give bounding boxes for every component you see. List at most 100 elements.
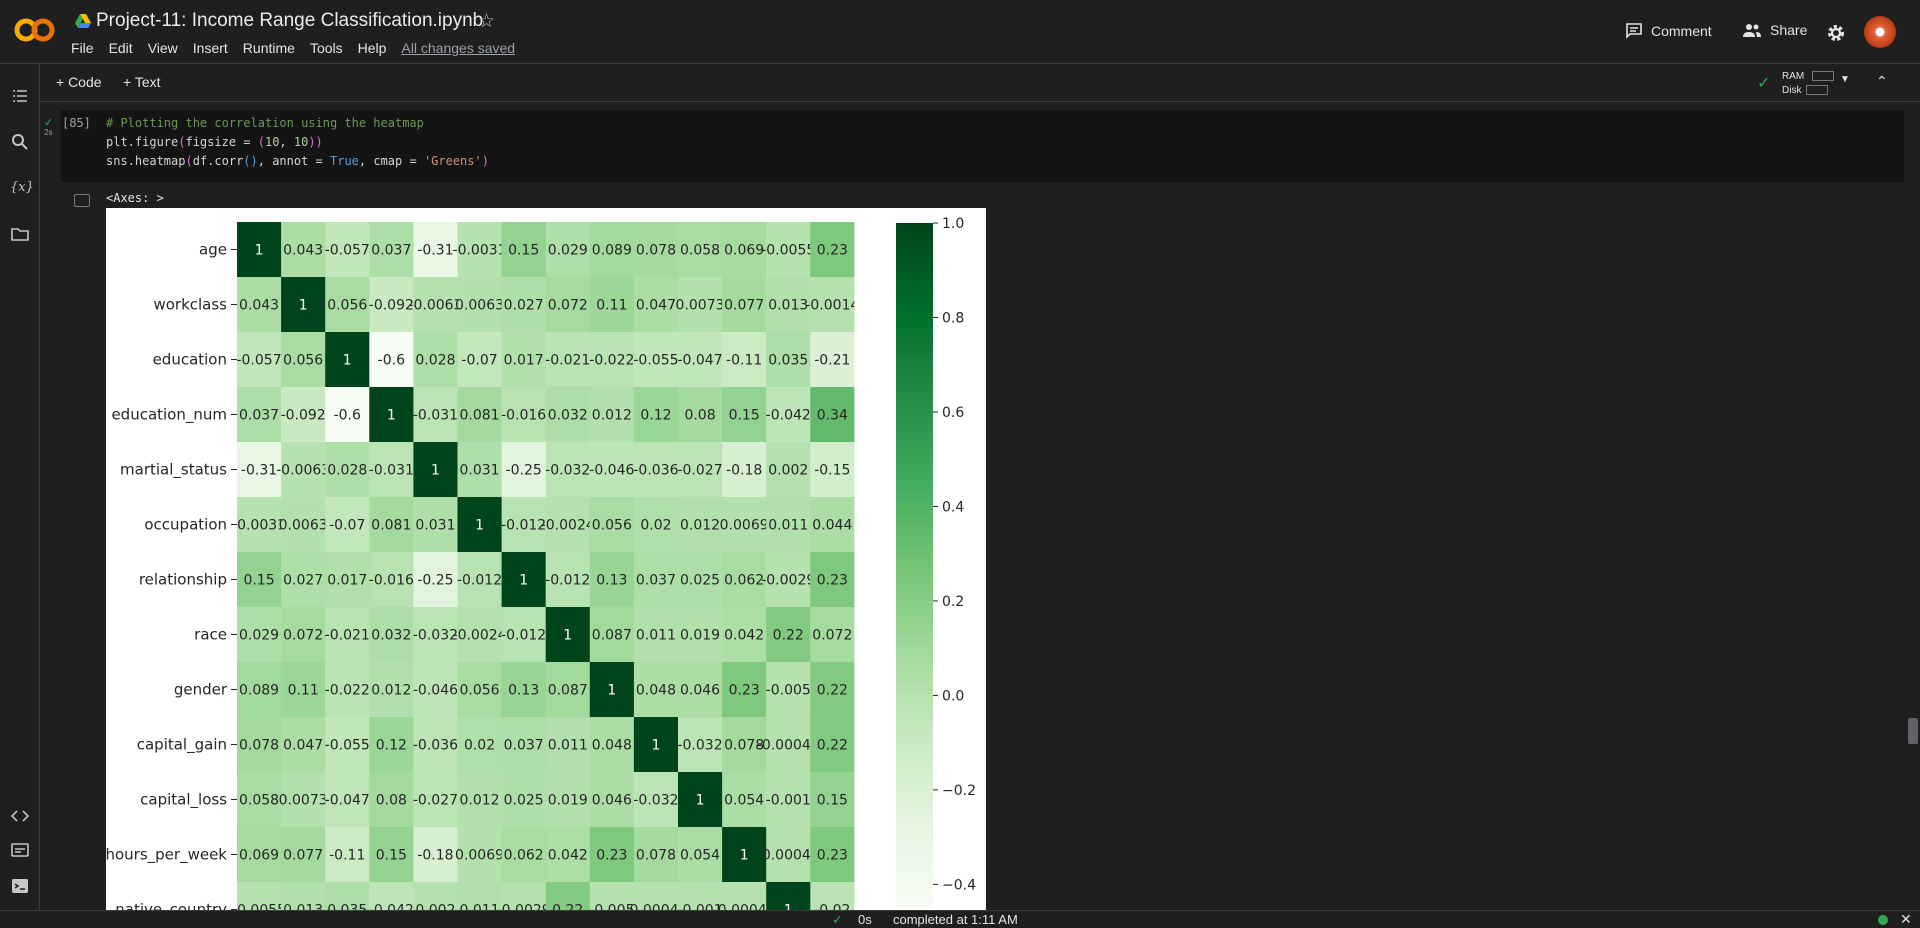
- heatmap-annotation: 0.047: [283, 738, 323, 754]
- y-tick-label: relationship: [139, 571, 227, 589]
- heatmap-annotation: 0.048: [592, 738, 632, 754]
- colorbar-tick-label: −0.4: [942, 877, 976, 893]
- heatmap-annotation: -0.07: [461, 353, 497, 369]
- heatmap-annotation: 0.028: [415, 353, 455, 369]
- heatmap-annotation: 0.23: [817, 573, 848, 589]
- heatmap-annotation: 0.081: [371, 518, 411, 534]
- heatmap-annotation: -0.057: [325, 243, 370, 259]
- colorbar-tick-label: 1.0: [942, 216, 964, 232]
- heatmap-annotation: 0.087: [548, 683, 588, 699]
- y-tick-label: workclass: [153, 296, 227, 314]
- gear-icon[interactable]: [1825, 22, 1847, 44]
- code-editor[interactable]: # Plotting the correlation using the hea…: [106, 114, 489, 171]
- heatmap-annotation: 0.02: [640, 518, 671, 534]
- drive-icon[interactable]: [75, 14, 91, 28]
- heatmap-annotation: 0.08: [684, 408, 715, 424]
- heatmap-annotation: 1: [387, 408, 396, 424]
- heatmap-annotation: -0.057: [236, 353, 281, 369]
- heatmap-annotation: -0.0055: [761, 243, 815, 259]
- heatmap-annotation: 0.0063: [455, 298, 504, 314]
- colorbar-tick-label: 0.8: [942, 310, 964, 326]
- heatmap-annotation: 0.069: [239, 848, 279, 864]
- terminal-icon[interactable]: [10, 876, 30, 896]
- heatmap-annotation: 0.056: [283, 353, 323, 369]
- heatmap-annotation: -0.012: [545, 573, 590, 589]
- heatmap-annotation: -0.0031: [453, 243, 507, 259]
- heatmap-annotation: 0.072: [812, 628, 852, 644]
- heatmap-annotation: 0.072: [283, 628, 323, 644]
- heatmap-annotation: 0.23: [596, 848, 627, 864]
- star-icon[interactable]: ☆: [478, 10, 495, 33]
- execution-count[interactable]: [85]: [62, 116, 91, 130]
- menu-tools[interactable]: Tools: [310, 40, 343, 56]
- heatmap-annotation: 1: [255, 243, 264, 259]
- output-icon[interactable]: [74, 194, 90, 207]
- share-button[interactable]: Share: [1742, 22, 1807, 38]
- heatmap-annotation: -0.042: [766, 408, 811, 424]
- chevron-down-icon[interactable]: ▼: [1840, 74, 1850, 85]
- scrollbar-thumb[interactable]: [1908, 718, 1918, 744]
- close-icon[interactable]: ✕: [1900, 911, 1912, 928]
- heatmap-annotation: -0.047: [325, 793, 370, 809]
- menu-help[interactable]: Help: [358, 40, 387, 56]
- heatmap-annotation: -0.00042: [713, 903, 776, 911]
- heatmap-annotation: 1: [563, 628, 572, 644]
- saved-status[interactable]: All changes saved: [401, 40, 515, 56]
- status-time: 0s: [858, 912, 872, 927]
- heatmap-annotation: 1: [343, 353, 352, 369]
- heatmap-annotation: -0.046: [589, 463, 634, 479]
- command-palette-icon[interactable]: [10, 840, 30, 860]
- heatmap-annotation: 0.077: [724, 298, 764, 314]
- heatmap-annotation: 0.34: [817, 408, 848, 424]
- menu-edit[interactable]: Edit: [109, 40, 133, 56]
- y-tick-label: martial_status: [120, 461, 227, 480]
- collapse-header-icon[interactable]: ⌃: [1876, 73, 1888, 90]
- heatmap-annotation: -0.001: [766, 793, 811, 809]
- heatmap-annotation: 0.042: [724, 628, 764, 644]
- heatmap-annotation: -0.02: [814, 903, 850, 911]
- heatmap-annotation: -0.016: [501, 408, 546, 424]
- heatmap-annotation: 0.15: [817, 793, 848, 809]
- heatmap-annotation: 0.0069: [455, 848, 504, 864]
- disk-bar: [1806, 85, 1829, 96]
- colab-logo[interactable]: [14, 16, 56, 44]
- heatmap-annotation: 0.054: [724, 793, 764, 809]
- table-of-contents-icon[interactable]: [10, 86, 30, 106]
- heatmap-annotation: 0.037: [636, 573, 676, 589]
- heatmap-annotation: -0.012: [501, 628, 546, 644]
- heatmap-annotation: 0.12: [376, 738, 407, 754]
- heatmap-annotation: -0.0029: [761, 573, 815, 589]
- heatmap-annotation: 0.23: [817, 848, 848, 864]
- heatmap-annotation: 1: [607, 683, 616, 699]
- heatmap-annotation: 1: [784, 903, 793, 911]
- heatmap-annotation: -0.6: [334, 408, 361, 424]
- resource-indicator[interactable]: RAM Disk: [1782, 70, 1835, 98]
- heatmap-chart: 1 0.043 -0.057 0.037 -0.31-0.0031 0.15 0.029 0.…: [106, 216, 976, 911]
- heatmap-annotation: 0.22: [552, 903, 583, 911]
- code-snippets-icon[interactable]: [10, 806, 30, 826]
- people-icon: [1743, 24, 1761, 37]
- menu-view[interactable]: View: [148, 40, 178, 56]
- heatmap-annotation: 0.012: [592, 408, 632, 424]
- comment-button[interactable]: Comment: [1625, 22, 1712, 40]
- heatmap-annotation: 0.056: [592, 518, 632, 534]
- add-code-button[interactable]: + Code: [56, 74, 102, 90]
- heatmap-annotation: 0.013: [768, 298, 808, 314]
- heatmap-annotation: 0.002: [768, 463, 808, 479]
- heatmap-annotation: 0.22: [817, 738, 848, 754]
- menu-file[interactable]: File: [71, 40, 94, 56]
- search-icon[interactable]: [10, 132, 30, 152]
- heatmap-annotation: -0.07: [329, 518, 365, 534]
- menu-runtime[interactable]: Runtime: [243, 40, 295, 56]
- folder-icon[interactable]: [10, 224, 30, 244]
- menu-insert[interactable]: Insert: [193, 40, 228, 56]
- variables-icon[interactable]: {x}: [10, 178, 34, 198]
- add-text-button[interactable]: + Text: [123, 74, 161, 90]
- avatar[interactable]: [1864, 16, 1896, 48]
- notebook-title[interactable]: Project-11: Income Range Classification.…: [96, 10, 483, 32]
- heatmap-annotation: -0.022: [589, 353, 634, 369]
- heatmap-annotation: 0.087: [592, 628, 632, 644]
- heatmap-annotation: 0.077: [283, 848, 323, 864]
- heatmap-annotation: 0.056: [460, 683, 500, 699]
- heatmap-annotation: 0.037: [504, 738, 544, 754]
